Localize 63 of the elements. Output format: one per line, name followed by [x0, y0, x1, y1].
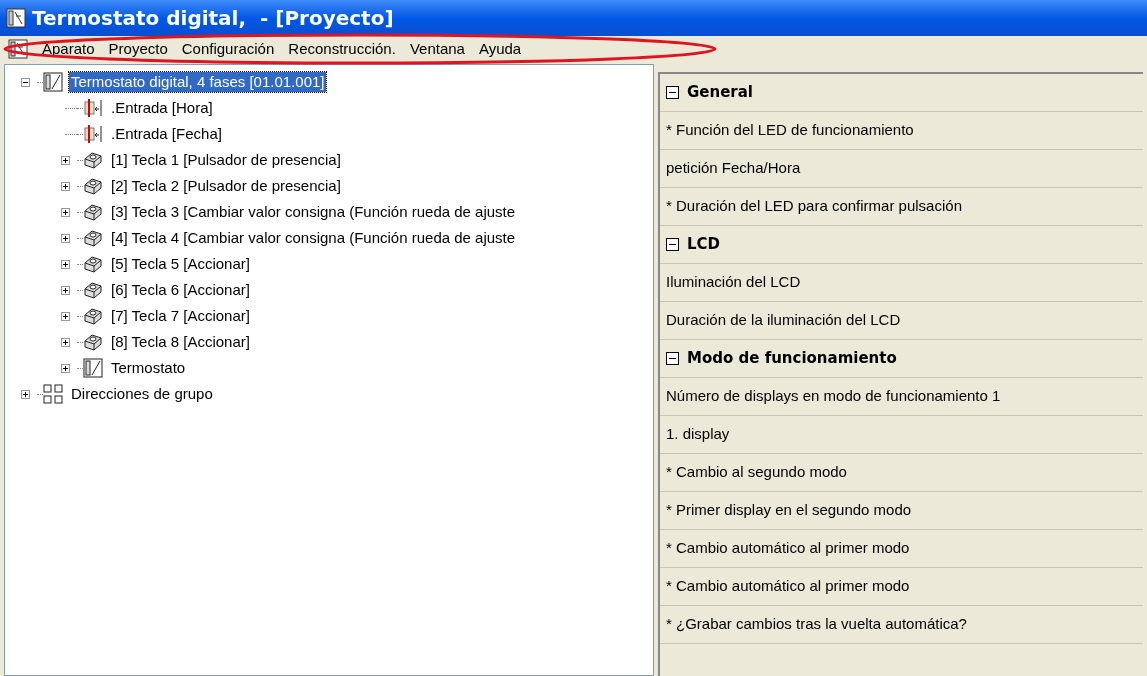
tree-item[interactable]: [4] Tecla 4 [Cambiar valor consigna (Función rueda de ajuste	[109, 228, 518, 248]
key-icon	[83, 150, 103, 170]
menu-item[interactable]: Ayuda	[478, 37, 522, 61]
parameter-row[interactable]: * Duración del LED para confirmar pulsación	[660, 188, 1143, 226]
expand-toggle[interactable]	[20, 389, 30, 399]
parameter-row[interactable]: * Cambio automático al primer modo	[660, 568, 1143, 606]
parameter-row[interactable]: * Función del LED de funcionamiento	[660, 112, 1143, 150]
key-icon	[83, 176, 103, 196]
key-icon	[83, 228, 103, 248]
key-icon	[83, 254, 103, 274]
parameter-row[interactable]: * Primer display en el segundo modo	[660, 492, 1143, 530]
key-icon	[83, 280, 103, 300]
tree-item[interactable]: .Entrada [Hora]	[109, 98, 215, 118]
menu-item[interactable]: Proyecto	[108, 37, 168, 61]
expand-toggle[interactable]	[60, 311, 70, 321]
menu-item[interactable]: Aparato	[42, 37, 95, 61]
expand-toggle[interactable]	[60, 285, 70, 295]
section-heading: LCD	[687, 234, 721, 256]
section-heading: General	[687, 82, 753, 104]
collapse-toggle[interactable]	[20, 77, 30, 87]
collapse-toggle[interactable]	[666, 86, 679, 99]
collapse-toggle[interactable]	[666, 238, 679, 251]
device-icon	[43, 72, 63, 92]
expand-toggle[interactable]	[60, 155, 70, 165]
menu-item[interactable]: Reconstrucción.	[288, 37, 396, 61]
tree-item[interactable]: [8] Tecla 8 [Accionar]	[109, 332, 252, 352]
menu-item[interactable]: Configuración	[181, 37, 275, 61]
parameter-row[interactable]: Número de displays en modo de funcionamiento 1	[660, 378, 1143, 416]
tree-item[interactable]: [1] Tecla 1 [Pulsador de presencia]	[109, 150, 343, 170]
tree-item[interactable]: Termostato	[109, 358, 188, 378]
app-icon	[6, 8, 26, 28]
expand-toggle[interactable]	[60, 207, 70, 217]
parameter-row[interactable]: Iluminación del LCD	[660, 264, 1143, 302]
key-icon	[83, 332, 103, 352]
input-icon	[83, 124, 103, 144]
parameter-row[interactable]: * Cambio automático al primer modo	[660, 530, 1143, 568]
parameter-row[interactable]: petición Fecha/Hora	[660, 150, 1143, 188]
tree-item[interactable]: [3] Tecla 3 [Cambiar valor consigna (Función rueda de ajuste	[109, 202, 518, 222]
key-icon	[83, 306, 103, 326]
window-title: Termostato digital, - [Proyecto]	[32, 5, 394, 32]
key-icon	[83, 202, 103, 222]
tree-item[interactable]: Termostato digital, 4 fases [01.01.001]	[69, 72, 327, 92]
expand-toggle[interactable]	[60, 233, 70, 243]
tree-item[interactable]: [6] Tecla 6 [Accionar]	[109, 280, 252, 300]
tree-item[interactable]: [2] Tecla 2 [Pulsador de presencia]	[109, 176, 343, 196]
parameter-row[interactable]: Duración de la iluminación del LCD	[660, 302, 1143, 340]
expand-toggle[interactable]	[60, 363, 70, 373]
tree-item[interactable]: Direcciones de grupo	[69, 384, 215, 404]
device-icon	[83, 358, 103, 378]
parameter-row[interactable]: * ¿Grabar cambios tras la vuelta automática?	[660, 606, 1143, 644]
expand-toggle[interactable]	[60, 181, 70, 191]
input-icon	[83, 98, 103, 118]
parameter-row[interactable]: * Cambio al segundo modo	[660, 454, 1143, 492]
tree-item[interactable]: [7] Tecla 7 [Accionar]	[109, 306, 252, 326]
parameter-row[interactable]: 1. display	[660, 416, 1143, 454]
expand-toggle[interactable]	[60, 259, 70, 269]
collapse-toggle[interactable]	[666, 352, 679, 365]
group-icon	[43, 384, 63, 404]
expand-toggle[interactable]	[60, 337, 70, 347]
tree-item[interactable]: [5] Tecla 5 [Accionar]	[109, 254, 252, 274]
tree-item[interactable]: .Entrada [Fecha]	[109, 124, 224, 144]
menu-item[interactable]: Ventana	[409, 37, 465, 61]
section-heading: Modo de funcionamiento	[687, 348, 897, 370]
